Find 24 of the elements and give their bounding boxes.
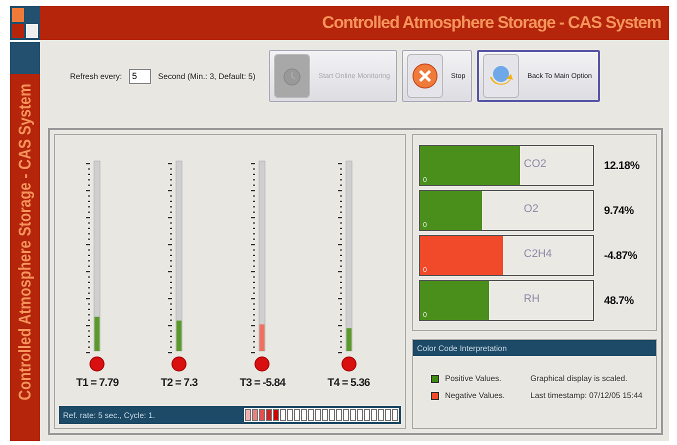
refresh-hint: Second (Min.: 3, Default: 5) [158, 72, 256, 80]
gas-reading: 12.18% [604, 160, 640, 172]
window-title: Controlled Atmosphere Storage - CAS System [322, 13, 661, 33]
legend-note: Graphical display is scaled. [530, 374, 628, 383]
gas-reading: -4.87% [604, 250, 638, 262]
side-title: Controlled Atmosphere Storage - CAS System [15, 83, 35, 400]
legend-label: Positive Values. [445, 374, 502, 383]
legend-label: Negative Values. [445, 391, 505, 400]
gas-name: CO2 [524, 158, 546, 170]
refresh-label: Refresh every: [70, 72, 122, 80]
close-icon [412, 63, 438, 89]
refresh-input[interactable]: 5 [129, 68, 152, 84]
gas-name: RH [524, 293, 540, 305]
gas-name: C2H4 [524, 248, 552, 260]
legend-note: Last timestamp: 07/12/05 15:44 [530, 391, 644, 400]
temperature-label: T2 = 7.3 [160, 377, 198, 389]
temperature-label: T4 = 5.36 [328, 377, 370, 389]
gas-reading: 48.7% [604, 294, 634, 306]
temperature-label: T1 = 7.79 [76, 377, 118, 389]
gas-reading: 9.74% [604, 204, 634, 216]
temperature-label: T3 = -5.84 [240, 377, 286, 389]
status-text: Ref. rate: 5 sec., Cycle: 1. [63, 410, 156, 420]
legend-title: Color Code Interpretation [417, 344, 507, 352]
gas-name: O2 [524, 203, 538, 215]
